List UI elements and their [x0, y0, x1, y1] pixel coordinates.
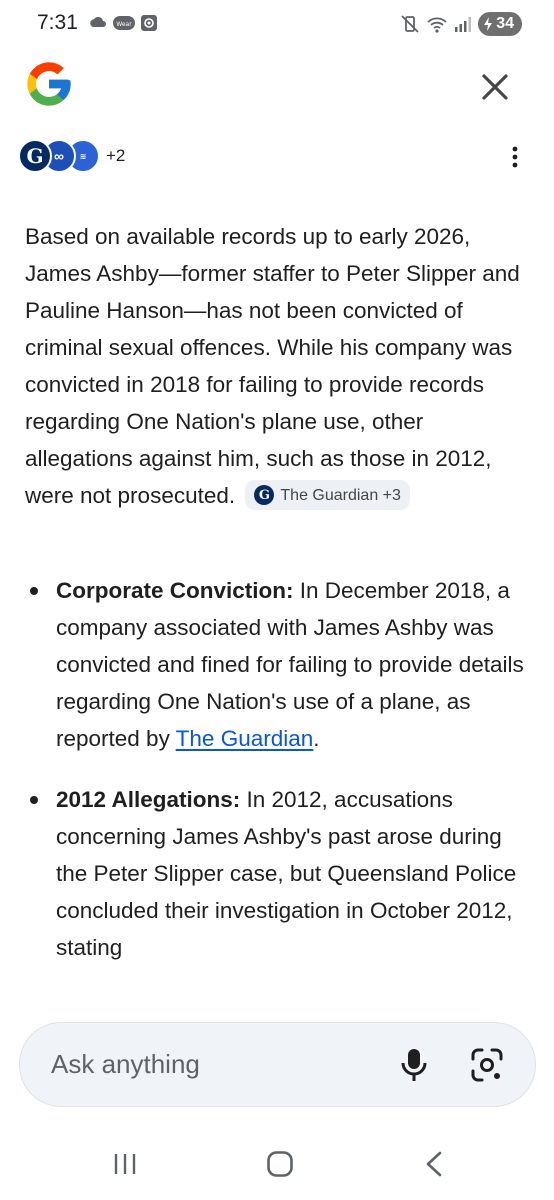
wifi-icon [427, 17, 447, 33]
battery-charging-icon [484, 17, 493, 31]
citation-chip[interactable]: G The Guardian +3 [245, 480, 410, 511]
close-button[interactable] [475, 67, 515, 107]
system-nav-bar [0, 1130, 554, 1200]
signal-icon [455, 17, 472, 32]
guardian-chip-icon: G [254, 485, 275, 506]
battery-indicator: 34 [478, 12, 522, 36]
screen-record-icon [141, 15, 157, 31]
weather-icon [90, 17, 106, 27]
google-logo [27, 62, 71, 106]
more-options-icon[interactable] [500, 142, 530, 172]
status-icons-left: Wear [88, 13, 158, 33]
bullet-list: Corporate Conviction: In December 2018, … [25, 572, 537, 990]
answer-paragraph: Based on available records up to early 2… [25, 218, 537, 514]
answer-text: Based on available records up to early 2… [25, 224, 520, 508]
back-icon[interactable] [424, 1150, 444, 1178]
svg-text:Wear: Wear [116, 21, 132, 28]
list-item: Corporate Conviction: In December 2018, … [25, 572, 537, 757]
ask-bar[interactable]: Ask anything [19, 1022, 536, 1107]
sources-row[interactable]: G ∞ ≋ +2 [18, 138, 125, 174]
bullet-title: 2012 Allegations: [56, 787, 241, 812]
wear-app-icon: Wear [113, 16, 135, 30]
mute-vibrate-icon [401, 15, 419, 33]
status-time: 7:31 [37, 11, 78, 34]
status-icons-right: 34 [400, 12, 522, 36]
citation-chip-label: The Guardian +3 [280, 486, 401, 504]
home-icon[interactable] [266, 1150, 294, 1178]
sources-more-count: +2 [106, 146, 126, 165]
bullet-text: In 2012, accusations concerning James As… [56, 787, 517, 960]
mic-icon[interactable] [398, 1047, 430, 1083]
battery-level: 34 [496, 15, 514, 32]
guardian-source-icon: G [18, 139, 52, 173]
status-bar: 7:31 Wear 34 [0, 0, 554, 48]
recent-apps-icon[interactable] [112, 1152, 138, 1176]
ask-input-placeholder[interactable]: Ask anything [51, 1049, 200, 1080]
lens-camera-icon[interactable] [470, 1047, 504, 1083]
bullet-tail: . [313, 726, 320, 751]
guardian-link[interactable]: The Guardian [176, 726, 314, 751]
list-item: 2012 Allegations: In 2012, accusations c… [25, 781, 537, 966]
bullet-title: Corporate Conviction: [56, 578, 294, 603]
